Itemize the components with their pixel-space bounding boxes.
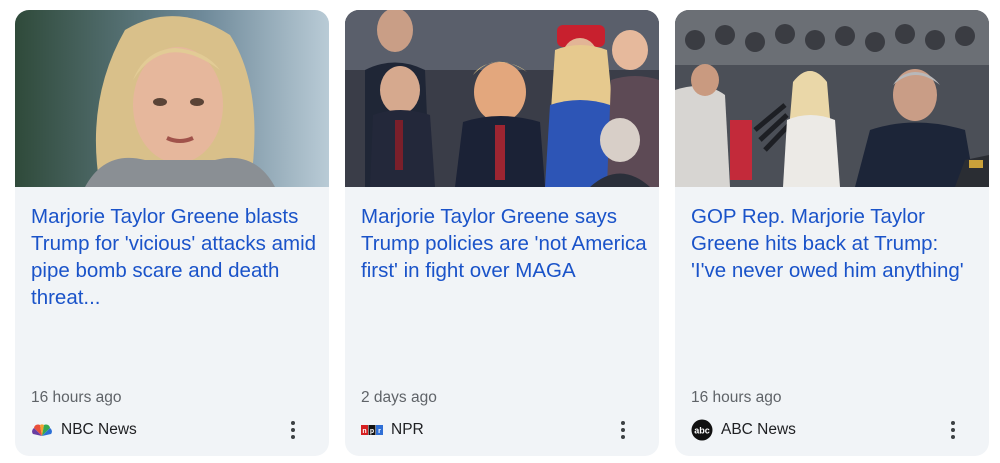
news-timestamp: 2 days ago [361, 389, 437, 406]
more-options-icon[interactable] [281, 418, 305, 442]
news-source-row: NBC News [31, 418, 315, 442]
news-card[interactable]: Marjorie Taylor Greene blasts Trump for … [15, 10, 329, 456]
news-source-name: NPR [391, 421, 424, 438]
news-thumbnail[interactable] [675, 10, 989, 187]
news-source-name: NBC News [61, 421, 137, 438]
nbc-peacock-icon [31, 419, 53, 441]
news-card[interactable]: Marjorie Taylor Greene says Trump polici… [345, 10, 659, 456]
svg-text:r: r [378, 428, 381, 435]
news-thumbnail[interactable] [345, 10, 659, 187]
more-options-icon[interactable] [611, 418, 635, 442]
abc-logo-icon: abc [691, 419, 713, 441]
news-timestamp: 16 hours ago [691, 389, 782, 406]
svg-text:abc: abc [694, 426, 710, 436]
news-timestamp: 16 hours ago [31, 389, 122, 406]
svg-text:n: n [362, 428, 366, 435]
news-headline-link[interactable]: GOP Rep. Marjorie Taylor Greene hits bac… [691, 203, 979, 284]
news-card[interactable]: GOP Rep. Marjorie Taylor Greene hits bac… [675, 10, 989, 456]
svg-text:p: p [370, 428, 374, 435]
news-headline-link[interactable]: Marjorie Taylor Greene blasts Trump for … [31, 203, 319, 311]
news-carousel: Marjorie Taylor Greene blasts Trump for … [0, 0, 1000, 463]
news-thumbnail[interactable] [15, 10, 329, 187]
news-source-name: ABC News [721, 421, 796, 438]
news-source-row: n p r NPR [361, 418, 645, 442]
news-source-row: abc ABC News [691, 418, 975, 442]
news-headline-link[interactable]: Marjorie Taylor Greene says Trump polici… [361, 203, 649, 284]
npr-logo-icon: n p r [361, 419, 383, 441]
more-options-icon[interactable] [941, 418, 965, 442]
